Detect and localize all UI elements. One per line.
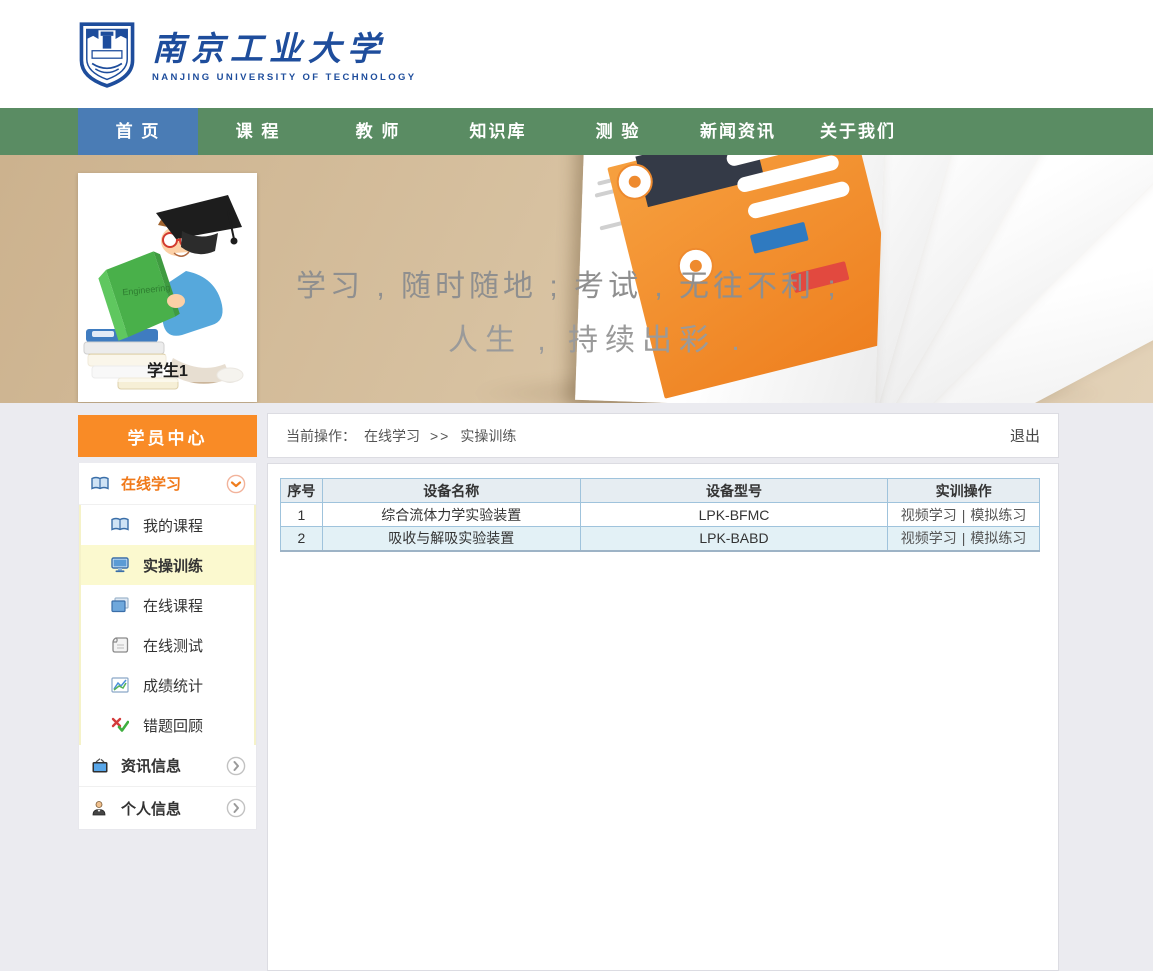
nav-item-courses[interactable]: 课 程	[198, 108, 318, 155]
breadcrumb-prefix: 当前操作：	[286, 427, 356, 444]
nav-item-teachers[interactable]: 教 师	[318, 108, 438, 155]
table-header-row: 序号 设备名称 设备型号 实训操作	[280, 478, 1040, 503]
sidebar-item-practical-training[interactable]: 实操训练	[81, 545, 254, 585]
sidebar-item-label: 资讯信息	[121, 758, 182, 775]
video-study-link[interactable]: 视频学习	[901, 530, 957, 546]
sidebar-item-wrong-questions[interactable]: 错题回顾	[81, 705, 254, 745]
sidebar-item-label: 在线学习	[121, 476, 182, 493]
device-table: 序号 设备名称 设备型号 实训操作 1 综合流体力学实验装置 LPK-BFMC …	[280, 478, 1040, 552]
nav-item-knowledge[interactable]: 知识库	[438, 108, 558, 155]
banner-slogan-line2: 人生 , 持续出彩 .	[448, 324, 747, 357]
sidebar-item-my-courses[interactable]: 我的课程	[81, 505, 254, 545]
sidebar-item-news-info[interactable]: 资讯信息	[79, 745, 256, 787]
col-header-no: 序号	[280, 478, 323, 503]
col-header-operations: 实训操作	[887, 478, 1040, 503]
sidebar-item-personal-info[interactable]: 个人信息	[79, 787, 256, 829]
sidebar-item-online-tests[interactable]: 在线测试	[81, 625, 254, 665]
cell-no: 2	[280, 526, 323, 551]
sidebar-title[interactable]: 学员中心	[78, 415, 257, 457]
action-separator: |	[961, 530, 966, 547]
book-icon	[91, 476, 109, 492]
university-name-en: NANJING UNIVERSITY OF TECHNOLOGY	[152, 71, 417, 83]
main-content: 当前操作： 在线学习 >> 实操训练 退出 序号 设备名称 设备型号 实训操作	[267, 413, 1059, 971]
sidebar-item-score-stats[interactable]: 成绩统计	[81, 665, 254, 705]
cell-no: 1	[280, 502, 323, 527]
sidebar-item-online-study[interactable]: 在线学习	[79, 463, 256, 505]
cell-device-name: 综合流体力学实验装置	[321, 502, 581, 527]
action-separator: |	[961, 506, 966, 523]
sidebar-item-label: 实操训练	[143, 557, 204, 575]
cell-operations: 视频学习 | 模拟练习	[887, 502, 1040, 527]
breadcrumb-page: 实操训练	[460, 427, 517, 444]
person-icon	[91, 800, 109, 816]
chevron-right-icon[interactable]	[226, 798, 246, 818]
breadcrumb: 当前操作： 在线学习 >> 实操训练 退出	[267, 413, 1059, 458]
monitor-icon	[111, 557, 129, 573]
student-card: Engineering 学生1	[78, 173, 257, 402]
student-name-label: 学生1	[78, 355, 257, 382]
sidebar-item-label: 在线课程	[143, 597, 204, 615]
breadcrumb-separator: >>	[430, 427, 451, 444]
hero-banner: 学习 , 随时随地 ; 考试 , 无往不利 ; 人生 , 持续出彩 . Engi…	[0, 155, 1153, 403]
table-row: 1 综合流体力学实验装置 LPK-BFMC 视频学习 | 模拟练习	[280, 502, 1040, 527]
sidebar-item-label: 成绩统计	[143, 677, 204, 695]
nav-item-about[interactable]: 关于我们	[798, 108, 918, 155]
chevron-right-icon[interactable]	[226, 756, 246, 776]
nav-item-tests[interactable]: 测 验	[558, 108, 678, 155]
nav-item-home[interactable]: 首 页	[78, 108, 198, 155]
video-study-link[interactable]: 视频学习	[901, 507, 957, 523]
chart-icon	[111, 677, 129, 693]
scroll-icon	[111, 637, 129, 653]
book-icon	[111, 517, 129, 533]
sidebar-item-online-courses[interactable]: 在线课程	[81, 585, 254, 625]
breadcrumb-section: 在线学习	[364, 427, 420, 444]
sidebar: 学员中心 在线学习 我的课程 实操训练 在线课程 在线测试 成绩统计 错题回顾 …	[78, 415, 257, 830]
col-header-device-name: 设备名称	[321, 478, 581, 503]
cell-device-model: LPK-BFMC	[579, 502, 889, 527]
tv-icon	[91, 757, 109, 774]
sidebar-item-label: 个人信息	[121, 800, 182, 818]
chevron-down-icon[interactable]	[226, 474, 246, 494]
sidebar-item-label: 错题回顾	[143, 717, 204, 735]
banner-slogan-line1: 学习 , 随时随地 ; 考试 , 无往不利 ;	[296, 270, 840, 303]
nav-item-news[interactable]: 新闻资讯	[678, 108, 798, 155]
table-row: 2 吸收与解吸实验装置 LPK-BABD 视频学习 | 模拟练习	[280, 526, 1040, 551]
wrong-answer-review-icon	[111, 717, 129, 733]
simulation-practice-link[interactable]: 模拟练习	[970, 530, 1026, 546]
col-header-device-model: 设备型号	[579, 478, 889, 503]
online-study-submenu: 我的课程 实操训练 在线课程 在线测试 成绩统计 错题回顾	[79, 505, 256, 745]
university-name-cn: 南京工业大学	[152, 28, 386, 68]
site-header: 南京工业大学 NANJING UNIVERSITY OF TECHNOLOGY	[0, 0, 1153, 108]
main-nav: 首 页 课 程 教 师 知识库 测 验 新闻资讯 关于我们	[0, 108, 1153, 155]
university-logo: 南京工业大学 NANJING UNIVERSITY OF TECHNOLOGY	[78, 22, 417, 88]
mini-login-button	[749, 221, 809, 254]
cell-device-model: LPK-BABD	[579, 526, 889, 551]
university-shield-icon	[79, 22, 135, 88]
content-panel: 序号 设备名称 设备型号 实训操作 1 综合流体力学实验装置 LPK-BFMC …	[267, 463, 1059, 971]
cell-operations: 视频学习 | 模拟练习	[887, 526, 1040, 551]
simulation-practice-link[interactable]: 模拟练习	[970, 507, 1026, 523]
sidebar-item-label: 我的课程	[143, 517, 204, 535]
windows-icon	[111, 597, 129, 613]
page-root: 南京工业大学 NANJING UNIVERSITY OF TECHNOLOGY …	[0, 0, 1153, 971]
cell-device-name: 吸收与解吸实验装置	[321, 526, 581, 551]
sidebar-item-label: 在线测试	[143, 637, 204, 655]
logout-button[interactable]: 退出	[1010, 425, 1040, 446]
